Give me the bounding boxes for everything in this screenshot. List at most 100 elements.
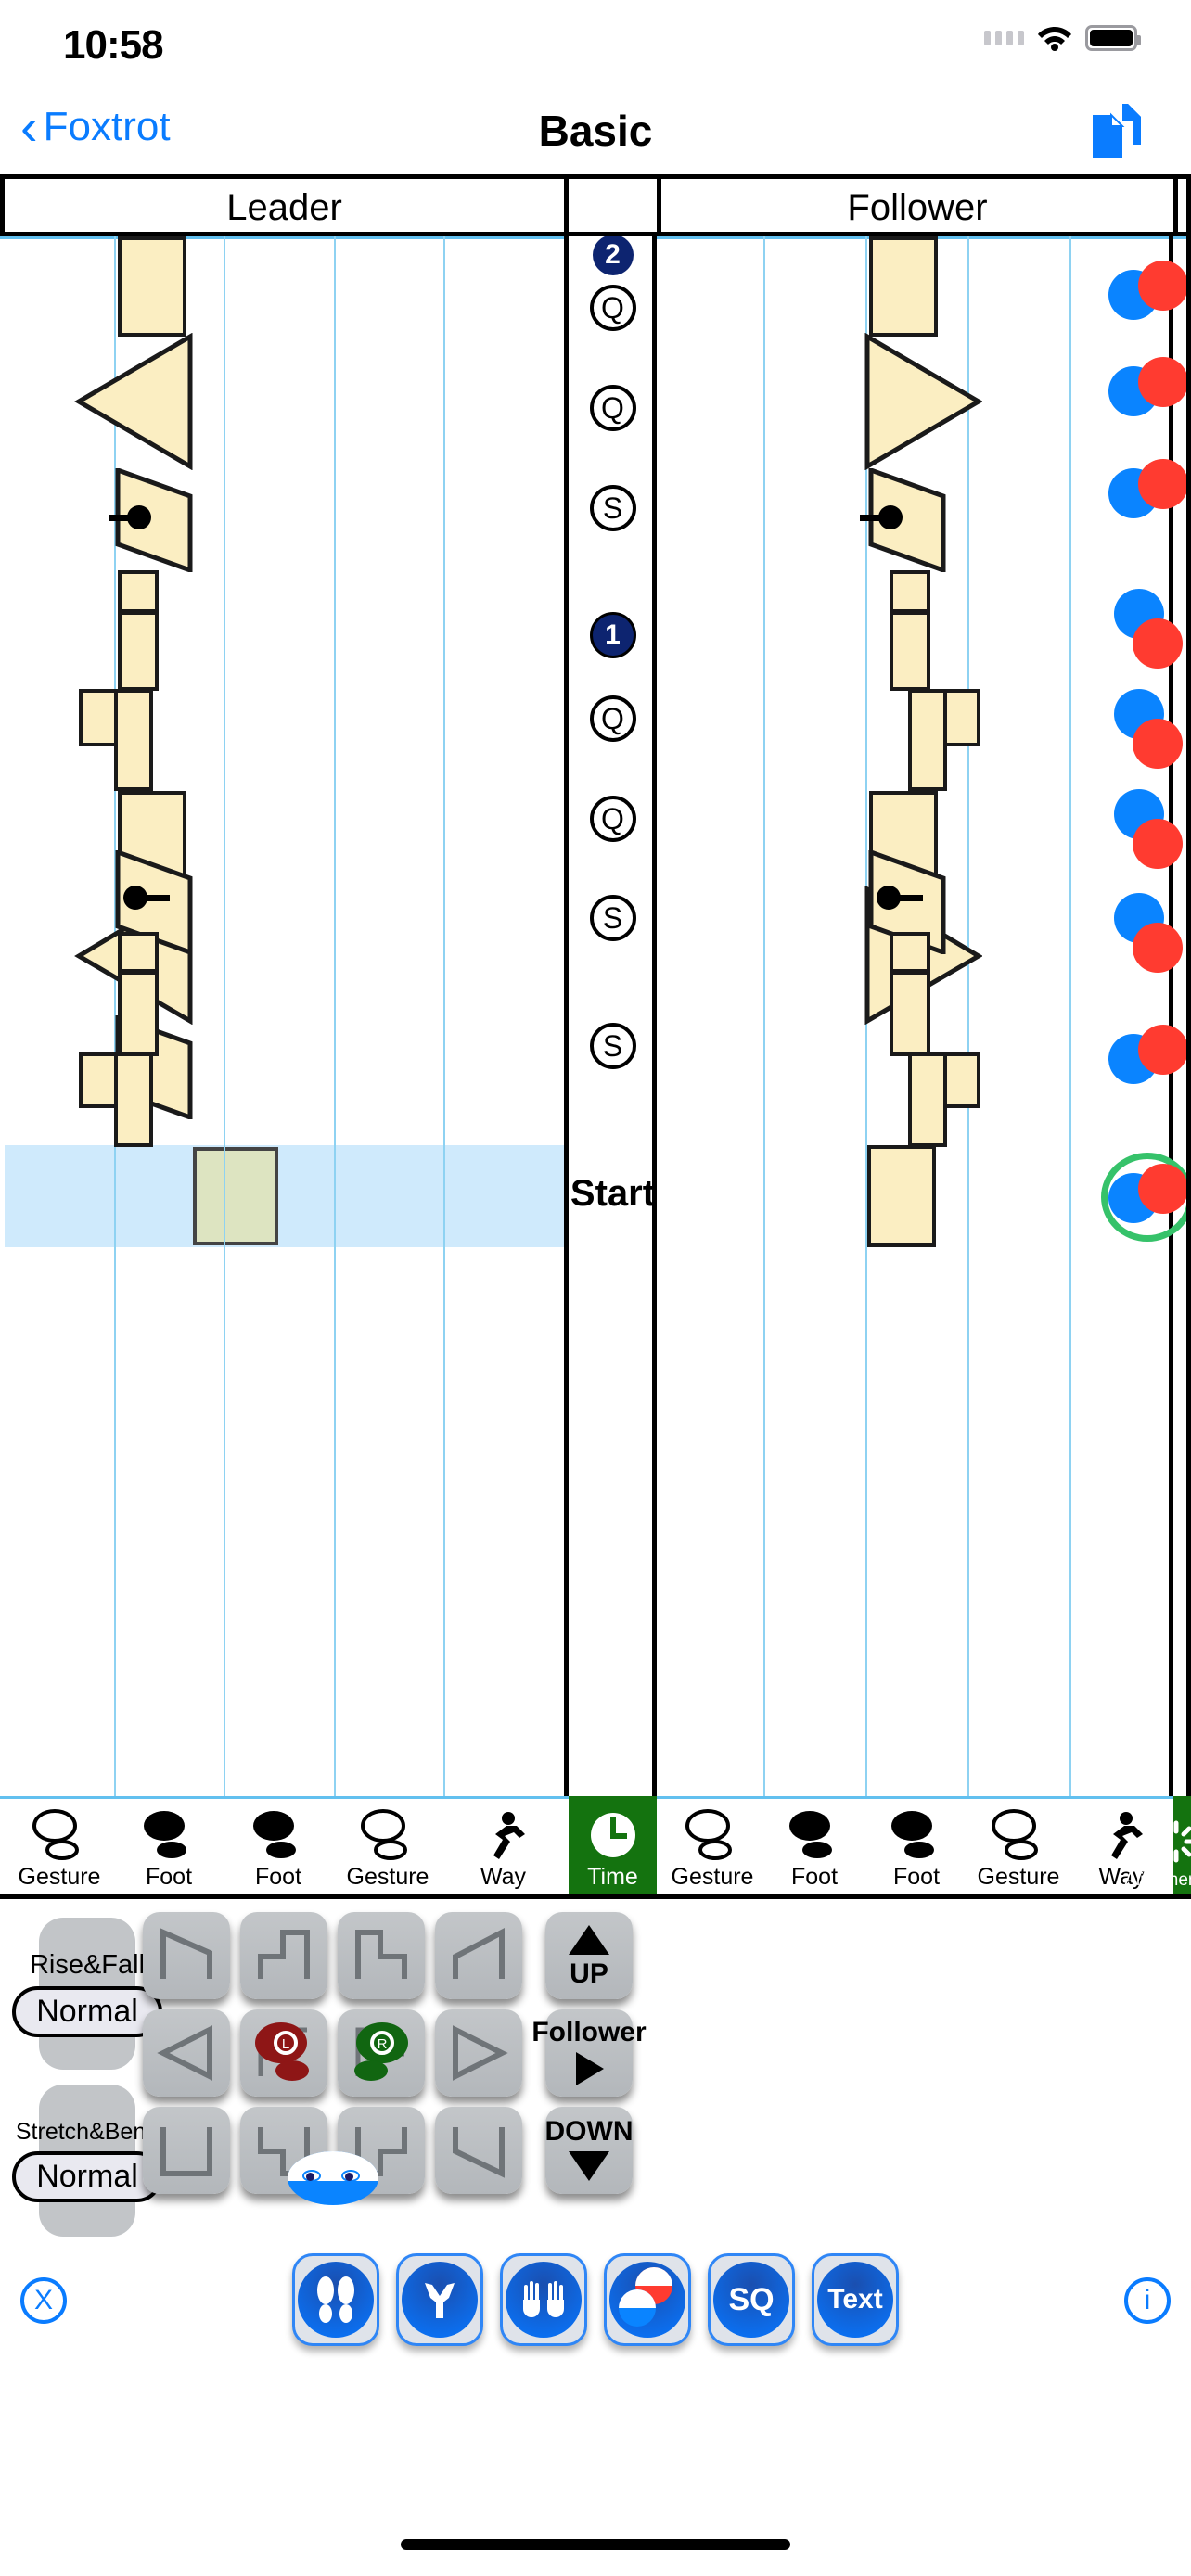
footer-label: Foot bbox=[145, 1864, 193, 1890]
timing-marker[interactable]: Q bbox=[589, 796, 636, 842]
divider bbox=[1186, 179, 1191, 236]
footer-time[interactable]: Time bbox=[569, 1796, 657, 1894]
divider bbox=[0, 179, 5, 236]
mode-sq-button[interactable]: SQ bbox=[708, 2253, 795, 2346]
beat-badge[interactable]: 2 bbox=[592, 236, 634, 275]
timing-marker[interactable]: S bbox=[589, 485, 636, 531]
mode-text-button[interactable]: Text bbox=[812, 2253, 899, 2346]
step-shape[interactable] bbox=[890, 611, 930, 691]
rise-fall-value[interactable]: Normal bbox=[12, 1986, 162, 2037]
step-shape[interactable] bbox=[118, 932, 159, 973]
heads-pair-icon[interactable] bbox=[1108, 689, 1188, 769]
footer-foot-l1[interactable]: Foot bbox=[114, 1796, 224, 1894]
step-shape[interactable] bbox=[890, 570, 930, 613]
triangle-down-icon bbox=[569, 2151, 609, 2181]
header-leader: Leader bbox=[226, 186, 342, 228]
mode-footprints-button[interactable] bbox=[292, 2253, 379, 2346]
step-shape[interactable] bbox=[114, 689, 153, 791]
bottom-toolbar: X SQ Text i bbox=[0, 2253, 1191, 2420]
shape-box-down-right-button[interactable] bbox=[143, 2107, 230, 2194]
footer-gesture-r2[interactable]: Gesture bbox=[967, 1796, 1069, 1894]
beat-badge[interactable]: 1 bbox=[592, 615, 634, 656]
step-shape[interactable] bbox=[890, 971, 930, 1056]
footer-foot-l2[interactable]: Foot bbox=[224, 1796, 333, 1894]
shape-box-down-right-icon bbox=[160, 2127, 212, 2176]
heads-pair-icon[interactable] bbox=[1108, 1025, 1188, 1084]
divider bbox=[657, 179, 661, 236]
rise-fall-control[interactable]: Rise&Fall Normal bbox=[12, 1918, 162, 2070]
duplicate-document-icon[interactable] bbox=[1087, 102, 1146, 159]
follower-button[interactable]: Follower bbox=[531, 2009, 647, 2097]
shape-slope-right-button[interactable] bbox=[143, 1912, 230, 1999]
time-column[interactable]: 2 Q Q S S 1 Q Q S S Start bbox=[569, 236, 657, 1796]
heads-pair-icon[interactable] bbox=[1108, 261, 1188, 320]
timing-marker[interactable]: Q bbox=[589, 385, 636, 431]
step-shape[interactable] bbox=[869, 236, 938, 337]
foot-filled-icon bbox=[886, 1806, 947, 1864]
triangle-left-button[interactable] bbox=[143, 2009, 230, 2097]
staff-header: Leader Follower bbox=[0, 179, 1191, 236]
heads-pair-icon[interactable] bbox=[1108, 893, 1188, 973]
heads-pair-icon[interactable] bbox=[1108, 357, 1188, 416]
step-shape[interactable] bbox=[114, 1052, 153, 1147]
timing-marker[interactable]: Q bbox=[589, 285, 636, 331]
dance-staff: Leader Follower 2 Q Q S 1 Q Q S S Start … bbox=[0, 174, 1191, 1899]
timing-marker[interactable]: S bbox=[589, 1023, 636, 1069]
footer-foot-r2[interactable]: Foot bbox=[865, 1796, 967, 1894]
footer-gesture-l2[interactable]: Gesture bbox=[333, 1796, 442, 1894]
rise-fall-title: Rise&Fall bbox=[29, 1950, 146, 1980]
mode-leg-button[interactable] bbox=[396, 2253, 483, 2346]
down-button[interactable]: DOWN bbox=[545, 2107, 634, 2194]
triangle-up-icon bbox=[569, 1925, 609, 1955]
mode-alignment-button[interactable] bbox=[604, 2253, 691, 2346]
heads-pair-icon[interactable] bbox=[1108, 1164, 1188, 1223]
walking-person-icon bbox=[1095, 1806, 1147, 1864]
divider bbox=[1186, 236, 1191, 1796]
step-shape[interactable] bbox=[118, 570, 159, 613]
head-front-icon[interactable] bbox=[288, 2151, 378, 2205]
shape-step-down-right-button[interactable] bbox=[338, 1912, 425, 1999]
footer-gesture-r1[interactable]: Gesture bbox=[661, 1796, 763, 1894]
heads-pair-icon[interactable] bbox=[1108, 459, 1188, 518]
step-shape[interactable] bbox=[118, 236, 186, 337]
step-shape[interactable] bbox=[118, 611, 159, 691]
heads-pair-icon[interactable] bbox=[1108, 789, 1188, 869]
stretch-bend-value[interactable]: Normal bbox=[12, 2151, 162, 2202]
footer-alignment[interactable]: Alignment bbox=[1124, 1796, 1191, 1894]
up-button[interactable]: UP bbox=[545, 1912, 633, 1999]
step-shape[interactable] bbox=[867, 1145, 936, 1247]
heads-pair-icon[interactable] bbox=[1108, 589, 1188, 669]
close-circle-icon[interactable]: X bbox=[20, 2277, 67, 2324]
shape-step-up-right-button[interactable] bbox=[240, 1912, 327, 1999]
info-circle-icon[interactable]: i bbox=[1124, 2277, 1171, 2324]
text-icon: Text bbox=[817, 2262, 893, 2338]
triangle-right-button[interactable] bbox=[435, 2009, 522, 2097]
footer-way-l[interactable]: Way bbox=[442, 1796, 564, 1894]
stretch-bend-control[interactable]: Stretch&Bend Normal bbox=[12, 2085, 162, 2237]
timing-marker[interactable]: Q bbox=[589, 695, 636, 742]
staff-body[interactable]: 2 Q Q S S 1 Q Q S S Start bbox=[0, 236, 1191, 1796]
shape-slope-right-icon bbox=[160, 1928, 212, 1979]
footer-label: Way bbox=[480, 1864, 527, 1890]
gesture-foot-outline-icon bbox=[29, 1806, 90, 1864]
timing-marker[interactable]: S bbox=[589, 895, 636, 941]
battery-icon bbox=[1085, 25, 1141, 51]
footer-gesture-l1[interactable]: Gesture bbox=[5, 1796, 114, 1894]
gesture-foot-outline-icon bbox=[682, 1806, 743, 1864]
step-shape[interactable] bbox=[908, 1052, 947, 1147]
leader-pane[interactable] bbox=[5, 236, 564, 1796]
foot-left-button[interactable]: L bbox=[240, 2009, 327, 2097]
step-shape[interactable] bbox=[890, 932, 930, 973]
stretch-bend-title: Stretch&Bend bbox=[15, 2119, 160, 2145]
shape-step-down-right-icon bbox=[355, 1930, 407, 1979]
footer-foot-r1[interactable]: Foot bbox=[763, 1796, 865, 1894]
shape-slope-down-button[interactable] bbox=[435, 2107, 522, 2194]
hands-icon bbox=[506, 2262, 582, 2338]
mode-hands-button[interactable] bbox=[500, 2253, 587, 2346]
foot-right-button[interactable]: R bbox=[338, 2009, 425, 2097]
shape-slope-left-button[interactable] bbox=[435, 1912, 522, 1999]
triangle-right-icon bbox=[453, 2025, 508, 2081]
step-shape[interactable] bbox=[118, 971, 159, 1056]
step-shape[interactable] bbox=[908, 689, 947, 791]
follower-pane[interactable] bbox=[661, 236, 1173, 1796]
